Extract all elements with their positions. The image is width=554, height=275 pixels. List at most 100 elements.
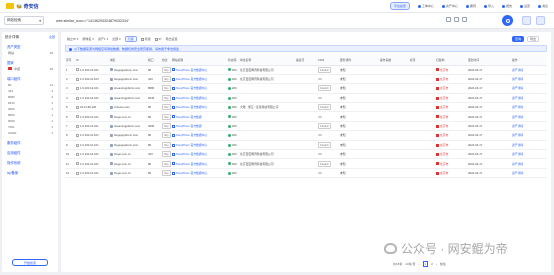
pager-page-current[interactable]: 1 [422, 261, 429, 267]
table-row[interactable]: 11 1.6.100.12.101 thogo.com.cn 80 http SonyPh… [65, 158, 547, 169]
table-cell[interactable]: 1.6.100.12.101 [75, 93, 109, 104]
row-checkbox[interactable] [76, 162, 79, 166]
table-cell[interactable]: 资产详情 [511, 149, 547, 160]
column-header[interactable]: 归属地 [435, 55, 467, 66]
table-cell[interactable]: 资产详情 [511, 121, 547, 132]
nav-item-asset[interactable]: 资产中心 [441, 4, 458, 8]
search-button[interactable] [502, 15, 513, 26]
column-header[interactable]: 序号 [65, 55, 75, 66]
help-icon[interactable] [462, 17, 467, 22]
column-header[interactable]: 单位名称 [239, 55, 295, 66]
row-checkbox[interactable] [76, 134, 79, 138]
table-cell[interactable]: 23.11.68.120 [75, 102, 109, 113]
column-header[interactable]: 标签 [409, 55, 435, 66]
table-row[interactable]: 12 1.6.100.12.101 thogo.com.cn 80 http SonyPh… [65, 168, 547, 179]
filter-item[interactable]: 全部 ▾ [112, 37, 121, 41]
row-checkbox[interactable] [76, 106, 79, 110]
column-header[interactable]: 端口 [147, 55, 161, 66]
table-cell[interactable]: 资产详情 [511, 130, 547, 141]
filter-item[interactable]: 独立IP ▾ [67, 37, 78, 41]
table-cell[interactable]: 资产详情 [511, 158, 547, 169]
table-cell[interactable]: streamingptform.com [109, 121, 147, 132]
search-input[interactable]: web.similar_icon=="14136293324879032334" [56, 19, 129, 23]
table-cell[interactable]: thegogoptform.com [109, 65, 147, 75]
table-cell[interactable]: 1.6.100.12.101 [75, 140, 109, 151]
table-cell[interactable]: thegogoptform.com [109, 74, 147, 85]
table-cell[interactable]: 资产详情 [511, 111, 547, 122]
column-header[interactable]: 服务组件 [339, 55, 379, 66]
table-cell[interactable]: 资产详情 [511, 140, 547, 151]
table-cell[interactable]: thogo.com.cn [109, 168, 147, 179]
filter-item[interactable]: 资产1 ▾ [98, 37, 108, 41]
table-cell[interactable]: 资产详情 [511, 74, 547, 85]
overview-pill[interactable]: 平台总览 [389, 2, 410, 10]
table-cell[interactable]: thogo.com.cn [109, 158, 147, 169]
nav-item-ticket[interactable]: 工单中心 [417, 4, 434, 8]
pager-page-next[interactable]: 2 [431, 262, 433, 266]
table-cell[interactable]: thogo.com.cn [109, 149, 147, 160]
sidebar-section-title[interactable]: 服务组件 [2, 136, 58, 146]
table-cell[interactable]: 1.6.100.12.103 [75, 74, 109, 85]
sidebar-all-link[interactable]: 全部 [49, 35, 55, 40]
table-cell[interactable]: 1.6.100.12.101 [75, 121, 109, 132]
table-row[interactable]: 2 1.6.100.12.103 thegogoptform.com 443 http S… [65, 74, 547, 85]
row-checkbox[interactable] [76, 143, 79, 147]
row-checkbox[interactable] [76, 152, 79, 156]
nav-item-vuln[interactable]: 漏洞 [465, 4, 476, 8]
filter-item[interactable]: IP [154, 37, 161, 41]
table-cell[interactable]: xxhome.com [109, 102, 147, 113]
table-cell[interactable]: 1.6.100.12.101 [75, 65, 109, 75]
logo[interactable]: 🐝 奇安信 [6, 3, 39, 10]
clear-icon[interactable] [446, 17, 451, 22]
nav-item-settings[interactable]: 设置 [519, 4, 530, 8]
row-checkbox[interactable] [76, 68, 79, 72]
table-cell[interactable]: 资产详情 [511, 65, 547, 75]
column-header[interactable]: 更新时间 [467, 55, 511, 66]
filter-item[interactable]: 按域名 ▾ [82, 37, 94, 41]
table-cell[interactable]: 1.6.100.12.101 [75, 111, 109, 122]
column-header[interactable]: IP [75, 55, 109, 66]
table-cell[interactable]: 资产详情 [511, 83, 547, 94]
table-cell[interactable]: thegogoptform.com [109, 140, 147, 151]
sidebar-section-title[interactable]: 操作系统 [2, 156, 58, 166]
query-button[interactable]: 查询 [512, 36, 524, 42]
filter-item[interactable]: 导出设置 [165, 37, 177, 41]
table-cell[interactable]: 资产详情 [511, 102, 547, 113]
table-cell[interactable]: thogo.com.cn [109, 111, 147, 122]
export-icon[interactable] [522, 16, 531, 25]
row-checkbox[interactable] [76, 124, 79, 128]
prev-page-icon[interactable]: ‹ [419, 262, 420, 266]
pager-goto[interactable]: 前往 [440, 262, 446, 266]
table-row[interactable]: 9 1.6.100.12.101 thegogoptform.com 80 http So… [65, 140, 547, 151]
nav-item-import[interactable]: 导入 [483, 4, 494, 8]
row-checkbox[interactable] [76, 96, 79, 100]
scope-select[interactable]: 网站检索 ▾ [4, 16, 44, 25]
table-row[interactable]: 5 23.11.68.120 xxhome.com 80 http SonyPhoto 官… [65, 102, 547, 113]
nav-item-messages[interactable]: 消息 [537, 4, 548, 8]
filter-item[interactable]: 筛选 [140, 37, 151, 41]
table-cell[interactable]: streamingptform.com [109, 93, 147, 104]
table-cell[interactable]: 1.6.100.12.101 [75, 130, 109, 141]
grid-icon[interactable] [536, 16, 545, 25]
column-header[interactable]: 操作 [511, 55, 547, 66]
table-cell[interactable]: 资产详情 [511, 168, 547, 179]
column-header[interactable]: CMS [317, 55, 339, 66]
column-header[interactable]: 状态码 [227, 55, 239, 66]
export-button[interactable]: 导出 [527, 36, 539, 42]
table-row[interactable]: 8 1.6.100.12.101 thegogoptform.com 80 http So… [65, 130, 547, 141]
table-row[interactable]: 1 1.6.100.12.101 thegogoptform.com 80 http So… [65, 65, 547, 75]
sidebar-section-title[interactable]: 资产类型 [2, 40, 58, 50]
table-cell[interactable]: 1.6.100.12.101 [75, 83, 109, 94]
table-cell[interactable]: 1.6.100.12.101 [75, 149, 109, 160]
start-search-button[interactable]: 开始检索 [12, 259, 48, 266]
column-header[interactable]: 网站标题 [171, 55, 227, 66]
table-row[interactable]: 7 1.6.100.12.101 streamingptform.com 3000 ht… [65, 121, 547, 132]
table-cell[interactable]: 1.6.100.12.101 [75, 168, 109, 179]
column-header[interactable]: 协议 [161, 55, 171, 66]
table-row[interactable]: 3 1.6.100.12.101 streamingptform.com 8080 ht… [65, 83, 547, 94]
table-row[interactable]: 10 1.6.100.12.101 thogo.com.cn 443 http SonyP… [65, 149, 547, 160]
column-header[interactable]: 备案号 [295, 55, 317, 66]
table-cell[interactable]: 资产详情 [511, 93, 547, 104]
table-cell[interactable]: 1.6.100.12.101 [75, 158, 109, 169]
table-cell[interactable]: thegogoptform.com [109, 130, 147, 141]
